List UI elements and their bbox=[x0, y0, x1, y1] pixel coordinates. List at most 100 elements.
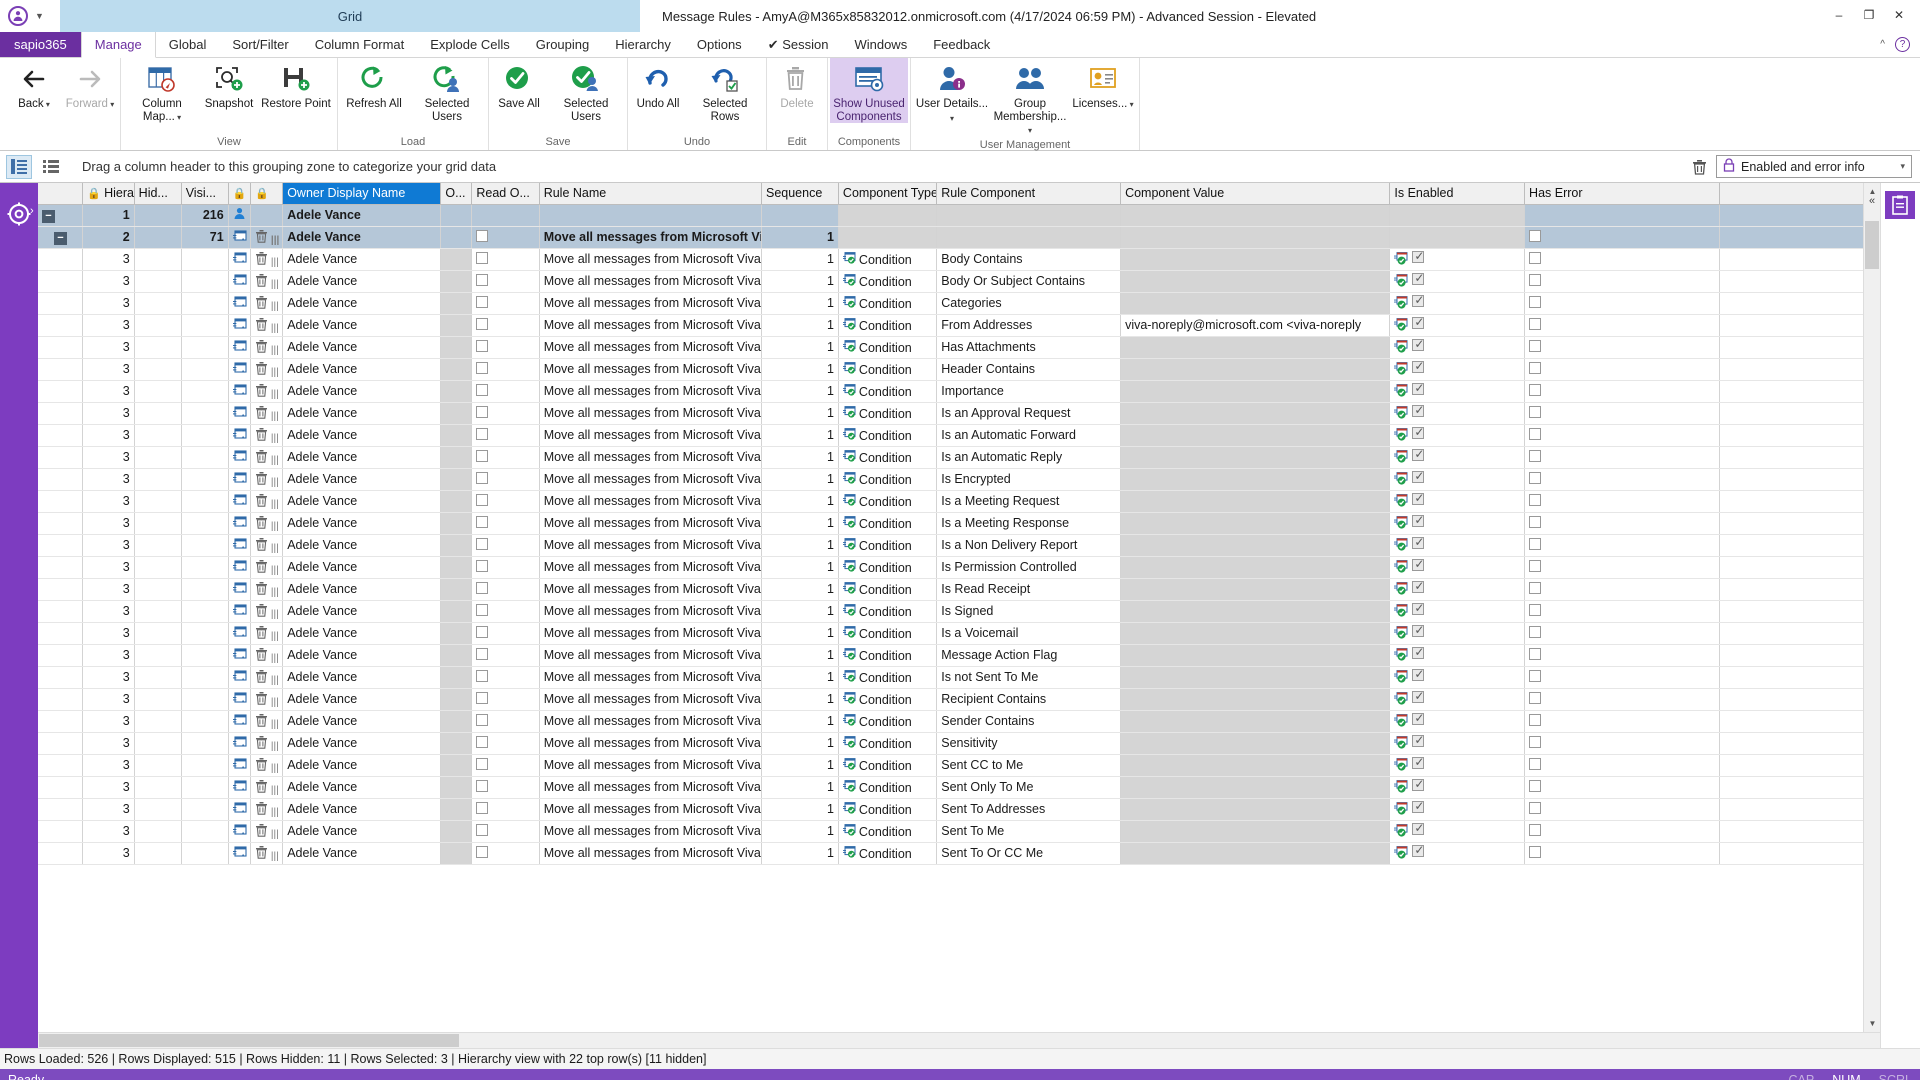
row-readonly-checkbox-cell[interactable] bbox=[471, 204, 540, 227]
readonly-checkbox[interactable] bbox=[476, 647, 489, 660]
quick-access-toolbar[interactable]: ▼ bbox=[0, 0, 60, 32]
row-has-error-cell[interactable] bbox=[1524, 644, 1720, 667]
ribbon-tab-column-format[interactable]: Column Format bbox=[302, 32, 418, 57]
table-row[interactable]: 3 ||| Adele Vance Move all messages from M… bbox=[38, 446, 1880, 469]
ribbon-tab-options[interactable]: Options bbox=[684, 32, 755, 57]
has-error-checkbox[interactable] bbox=[1529, 383, 1542, 396]
row-has-error-cell[interactable] bbox=[1524, 226, 1720, 249]
row-expander-cell[interactable] bbox=[38, 820, 84, 843]
row-readonly-checkbox-cell[interactable] bbox=[471, 754, 540, 777]
row-readonly-checkbox-cell[interactable] bbox=[471, 270, 540, 293]
row-delete-icon-cell[interactable]: ||| bbox=[250, 842, 284, 865]
is-enabled-checkbox[interactable] bbox=[1412, 843, 1424, 857]
readonly-checkbox[interactable] bbox=[476, 449, 489, 462]
ribbon-tab-grouping[interactable]: Grouping bbox=[523, 32, 602, 57]
row-readonly-checkbox-cell[interactable] bbox=[471, 292, 540, 315]
table-row[interactable]: 3 ||| Adele Vance Move all messages from M… bbox=[38, 358, 1880, 381]
row-expander-cell[interactable] bbox=[38, 314, 84, 337]
readonly-checkbox[interactable] bbox=[476, 735, 489, 748]
readonly-checkbox[interactable] bbox=[476, 229, 489, 242]
readonly-checkbox[interactable] bbox=[476, 427, 489, 440]
row-expander-cell[interactable] bbox=[38, 622, 84, 645]
licenses-button[interactable]: Licenses... ▾ bbox=[1069, 58, 1137, 112]
row-has-error-cell[interactable] bbox=[1524, 446, 1720, 469]
has-error-checkbox[interactable] bbox=[1529, 295, 1542, 308]
has-error-checkbox[interactable] bbox=[1529, 361, 1542, 374]
grid-column-header-lock2[interactable]: 🔒 bbox=[250, 183, 284, 205]
grid-scroll-container[interactable]: 🔒Hierarc...Hid...Visi...🔒🔒 Owner Display… bbox=[38, 183, 1880, 1048]
row-readonly-checkbox-cell[interactable] bbox=[471, 710, 540, 733]
is-enabled-checkbox[interactable] bbox=[1412, 513, 1424, 527]
row-is-enabled-cell[interactable] bbox=[1389, 732, 1526, 755]
table-row[interactable]: 3 ||| Adele Vance Move all messages from M… bbox=[38, 710, 1880, 733]
horizontal-scrollbar[interactable] bbox=[38, 1032, 1880, 1048]
has-error-checkbox[interactable] bbox=[1529, 515, 1542, 528]
row-has-error-cell[interactable] bbox=[1524, 666, 1720, 689]
row-delete-icon-cell[interactable]: ||| bbox=[250, 820, 284, 843]
has-error-checkbox[interactable] bbox=[1529, 845, 1542, 858]
grouping-zone[interactable]: Drag a column header to this grouping zo… bbox=[0, 151, 1920, 183]
is-enabled-checkbox[interactable] bbox=[1412, 447, 1424, 461]
is-enabled-checkbox[interactable] bbox=[1412, 425, 1424, 439]
row-has-error-cell[interactable] bbox=[1524, 776, 1720, 799]
row-delete-icon-cell[interactable]: ||| bbox=[250, 490, 284, 513]
row-component-value[interactable] bbox=[1120, 798, 1391, 821]
collapse-icon[interactable]: − bbox=[42, 209, 55, 223]
row-expander-cell[interactable] bbox=[38, 270, 84, 293]
readonly-checkbox[interactable] bbox=[476, 405, 489, 418]
row-has-error-cell[interactable] bbox=[1524, 270, 1720, 293]
vertical-scrollbar[interactable]: ▲ ▼ bbox=[1863, 183, 1880, 1048]
readonly-checkbox[interactable] bbox=[476, 251, 489, 264]
is-enabled-checkbox[interactable] bbox=[1412, 777, 1424, 791]
row-expander-cell[interactable] bbox=[38, 512, 84, 535]
qat-caret-icon[interactable]: ▼ bbox=[35, 11, 44, 21]
row-expander-cell[interactable] bbox=[38, 754, 84, 777]
is-enabled-checkbox[interactable] bbox=[1412, 491, 1424, 505]
row-has-error-cell[interactable] bbox=[1524, 600, 1720, 623]
refresh-all-button[interactable]: Refresh All bbox=[340, 58, 408, 111]
row-component-value[interactable] bbox=[1120, 732, 1391, 755]
row-has-error-cell[interactable] bbox=[1524, 534, 1720, 557]
row-component-value[interactable]: viva-noreply@microsoft.com <viva-noreply bbox=[1120, 314, 1391, 337]
row-delete-icon-cell[interactable] bbox=[250, 204, 284, 227]
is-enabled-checkbox[interactable] bbox=[1412, 711, 1424, 725]
row-readonly-checkbox-cell[interactable] bbox=[471, 512, 540, 535]
grid-header-row[interactable]: 🔒Hierarc...Hid...Visi...🔒🔒 Owner Display… bbox=[38, 183, 1880, 205]
readonly-checkbox[interactable] bbox=[476, 273, 489, 286]
has-error-checkbox[interactable] bbox=[1529, 317, 1542, 330]
ribbon-tab-manage[interactable]: Manage bbox=[80, 32, 156, 58]
row-delete-icon-cell[interactable]: ||| bbox=[250, 248, 284, 271]
is-enabled-checkbox[interactable] bbox=[1412, 579, 1424, 593]
row-component-value[interactable] bbox=[1120, 754, 1391, 777]
row-expander-cell[interactable] bbox=[38, 446, 84, 469]
has-error-checkbox[interactable] bbox=[1529, 735, 1542, 748]
readonly-checkbox[interactable] bbox=[476, 493, 489, 506]
table-row[interactable]: 3 ||| Adele Vance Move all messages from M… bbox=[38, 270, 1880, 293]
readonly-checkbox[interactable] bbox=[476, 757, 489, 770]
row-has-error-cell[interactable] bbox=[1524, 314, 1720, 337]
row-delete-icon-cell[interactable]: ||| bbox=[250, 556, 284, 579]
grid-column-header-o_col[interactable]: O... bbox=[440, 183, 473, 205]
table-row[interactable]: 3 ||| Adele Vance Move all messages from M… bbox=[38, 512, 1880, 535]
row-is-enabled-cell[interactable] bbox=[1389, 248, 1526, 271]
table-row[interactable]: 3 ||| Adele Vance Move all messages from M… bbox=[38, 776, 1880, 799]
close-button[interactable]: ✕ bbox=[1884, 4, 1914, 26]
row-expander-cell[interactable] bbox=[38, 644, 84, 667]
has-error-checkbox[interactable] bbox=[1529, 823, 1542, 836]
row-readonly-checkbox-cell[interactable] bbox=[471, 622, 540, 645]
row-readonly-checkbox-cell[interactable] bbox=[471, 248, 540, 271]
row-delete-icon-cell[interactable]: ||| bbox=[250, 534, 284, 557]
grid-column-header-visible[interactable]: Visi... bbox=[181, 183, 229, 205]
row-has-error-cell[interactable] bbox=[1524, 754, 1720, 777]
row-component-value[interactable] bbox=[1120, 578, 1391, 601]
row-delete-icon-cell[interactable]: ||| bbox=[250, 600, 284, 623]
row-expander-cell[interactable] bbox=[38, 402, 84, 425]
row-component-value[interactable] bbox=[1120, 842, 1391, 865]
row-component-value[interactable] bbox=[1120, 402, 1391, 425]
row-component-value[interactable] bbox=[1120, 688, 1391, 711]
row-delete-icon-cell[interactable]: ||| bbox=[250, 402, 284, 425]
ribbon-tab-session[interactable]: ✔ Session bbox=[755, 32, 842, 57]
row-expander-cell[interactable] bbox=[38, 688, 84, 711]
row-has-error-cell[interactable] bbox=[1524, 732, 1720, 755]
has-error-checkbox[interactable] bbox=[1529, 229, 1542, 242]
